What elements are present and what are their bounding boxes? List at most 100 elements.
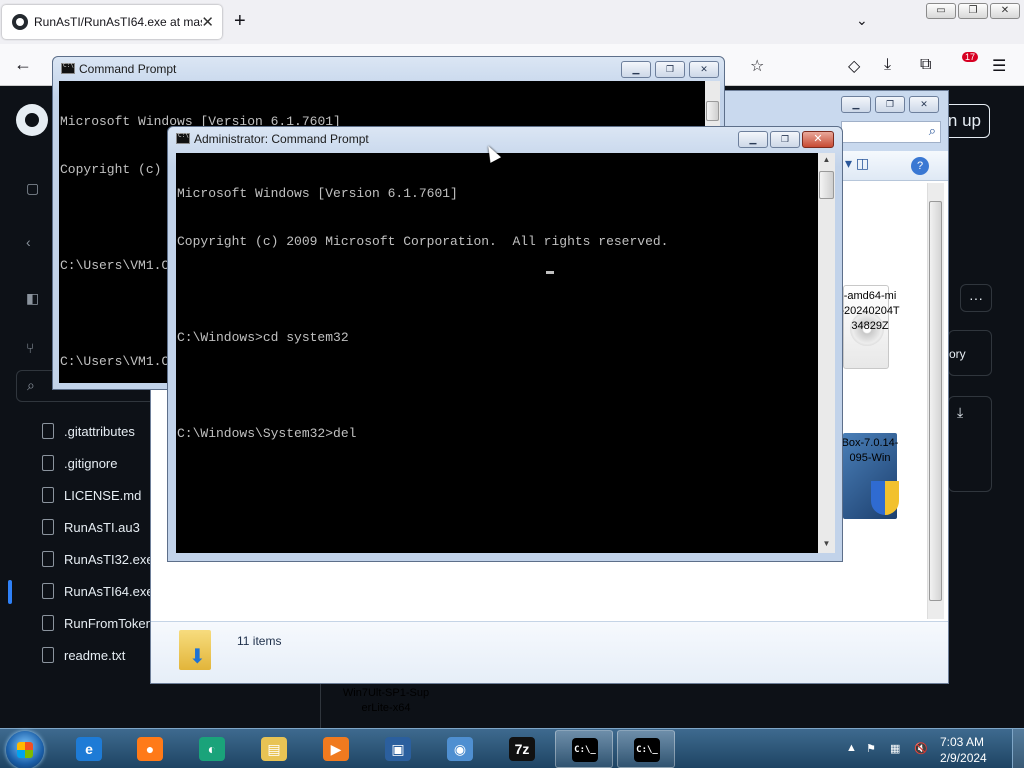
- chevron-left-icon[interactable]: ‹: [26, 234, 44, 250]
- close-button[interactable]: ✕: [802, 131, 834, 148]
- uac-shield-icon: [871, 481, 899, 515]
- file-tree-item[interactable]: .gitattributes: [0, 416, 150, 448]
- cmd-app-icon: [176, 132, 190, 144]
- show-desktop-button[interactable]: [1012, 729, 1024, 768]
- network-icon[interactable]: ▦: [890, 742, 900, 755]
- browser-tab-bar: RunAsTI/RunAsTI64.exe at mast ✕ + ⌄ ▭ ❐ …: [0, 0, 1024, 44]
- explorer-icon: ▤: [261, 737, 287, 761]
- virtualbox-icon: ▣: [385, 737, 411, 761]
- browser-close-button[interactable]: ✕: [990, 3, 1020, 19]
- new-tab-button[interactable]: +: [234, 10, 246, 32]
- history-button[interactable]: ory: [948, 330, 992, 376]
- show-hidden-icons-icon[interactable]: ▲: [846, 742, 857, 754]
- explorer-scroll-thumb[interactable]: [929, 201, 942, 601]
- more-options-button[interactable]: ···: [960, 284, 992, 312]
- file-tree: .gitattributes .gitignore LICENSE.md Run…: [0, 416, 154, 672]
- cmd-app-icon: [61, 62, 75, 74]
- file-tree-item[interactable]: .gitignore: [0, 448, 150, 480]
- file-label[interactable]: Win7Ult-SP1-Sup erLite-x64: [331, 686, 441, 716]
- explorer-search-input[interactable]: ⌕: [841, 121, 941, 143]
- close-button[interactable]: ✕: [689, 61, 719, 78]
- view-options-icon[interactable]: ▾ ◫: [845, 155, 869, 172]
- browser-tab-active[interactable]: RunAsTI/RunAsTI64.exe at mast ✕: [2, 5, 222, 39]
- explorer-maximize-button[interactable]: ❐: [875, 96, 905, 113]
- internet-explorer-icon: e: [76, 737, 102, 761]
- explorer-details-pane: ⬇ 11 items: [151, 621, 948, 683]
- taskbar-app-explorer[interactable]: ▤: [245, 730, 303, 768]
- taskbar: e ● ◐ ▤ ▶ ▣ ◉ 7z C:\_ C:\_ ▲ ⚑ ▦ 🔇 7:03 AM 2/9/20…: [0, 728, 1024, 768]
- bookmark-star-icon[interactable]: ☆: [750, 56, 764, 76]
- pocket-icon[interactable]: ◇: [848, 56, 860, 76]
- file-tree-item[interactable]: LICENSE.md: [0, 480, 150, 512]
- file-icon: [42, 487, 54, 503]
- start-button[interactable]: [6, 731, 44, 768]
- tab-close-icon[interactable]: ✕: [201, 13, 214, 31]
- edge-icon: ◐: [199, 737, 225, 761]
- taskbar-app-command-prompt[interactable]: C:\_: [555, 730, 613, 768]
- scroll-down-arrow-icon[interactable]: ▼: [818, 539, 835, 548]
- media-player-icon: ▶: [323, 737, 349, 761]
- folder-icon: ⬇: [179, 630, 211, 670]
- action-center-flag-icon[interactable]: ⚑: [866, 742, 876, 755]
- maximize-button[interactable]: ❐: [655, 61, 685, 78]
- github-logo-icon[interactable]: [16, 104, 48, 136]
- taskbar-app-7-zip[interactable]: 7z: [493, 730, 551, 768]
- taskbar-app-command-prompt[interactable]: C:\_: [617, 730, 675, 768]
- maximize-button[interactable]: ❐: [770, 131, 800, 148]
- download-raw-icon[interactable]: ⤓: [957, 404, 963, 421]
- file-icon: [42, 583, 54, 599]
- volume-muted-icon[interactable]: 🔇: [914, 742, 928, 755]
- explorer-minimize-button[interactable]: ▁: [841, 96, 871, 113]
- file-tree-item[interactable]: readme.txt: [0, 640, 150, 672]
- file-icon: [42, 423, 54, 439]
- divider: [320, 682, 321, 728]
- taskbar-app-media-player[interactable]: ▶: [307, 730, 365, 768]
- file-tree-item[interactable]: RunAsTI32.exe: [0, 544, 154, 576]
- browser-restore-button[interactable]: ❐: [958, 3, 988, 19]
- download-arrow-icon: ⬇: [189, 646, 206, 668]
- taskbar-app-virtualbox[interactable]: ▣: [369, 730, 427, 768]
- firefox-icon: ●: [137, 737, 163, 761]
- file-tree-item[interactable]: RunFromToken: [0, 608, 153, 640]
- minimize-button[interactable]: ▁: [621, 61, 651, 78]
- file-icon: [42, 455, 54, 471]
- console-output[interactable]: Microsoft Windows [Version 6.1.7601] Cop…: [176, 153, 818, 553]
- taskbar-app-edge[interactable]: ◐: [183, 730, 241, 768]
- file-tree-item-active[interactable]: RunAsTI64.exe: [0, 576, 154, 608]
- code-icon[interactable]: ▢: [26, 180, 44, 196]
- file-label[interactable]: -amd64-mi -20240204T 34829Z: [835, 289, 905, 334]
- console-scrollbar[interactable]: [818, 153, 835, 553]
- console-scroll-thumb[interactable]: [819, 171, 834, 199]
- taskbar-app-internet-explorer[interactable]: e: [60, 730, 118, 768]
- file-icon: [42, 519, 54, 535]
- file-label[interactable]: Box-7.0.14- 095-Win: [835, 436, 905, 466]
- file-icon: [42, 551, 54, 567]
- cmd-window-admin[interactable]: Administrator: Command Prompt ▁ ❐ ✕ Micr…: [167, 126, 843, 562]
- browser-minimize-button[interactable]: ▭: [926, 3, 956, 19]
- extensions-icon[interactable]: ⧉: [920, 56, 931, 74]
- back-arrow-icon[interactable]: ←: [14, 54, 32, 75]
- file-icon: [42, 647, 54, 663]
- taskbar-app-disk-tool[interactable]: ◉: [431, 730, 489, 768]
- download-icon[interactable]: ⤓: [884, 56, 891, 74]
- branch-icon[interactable]: ⑂: [26, 340, 44, 356]
- file-tree-item[interactable]: RunAsTI.au3: [0, 512, 150, 544]
- clock-date[interactable]: 2/9/2024: [940, 751, 987, 765]
- disk-tool-icon: ◉: [447, 737, 473, 761]
- help-icon[interactable]: ?: [911, 157, 929, 175]
- tab-title: RunAsTI/RunAsTI64.exe at mast: [34, 15, 202, 29]
- sidebar-toggle-icon[interactable]: ◧: [26, 290, 44, 306]
- minimize-button[interactable]: ▁: [738, 131, 768, 148]
- taskbar-app-firefox[interactable]: ●: [121, 730, 179, 768]
- explorer-close-button[interactable]: ✕: [909, 96, 939, 113]
- window-title: Administrator: Command Prompt: [194, 132, 369, 146]
- file-icon: [42, 615, 54, 631]
- console-scroll-thumb[interactable]: [706, 101, 719, 121]
- github-favicon-icon: [12, 14, 28, 30]
- addon-badge-count[interactable]: 17: [962, 52, 979, 62]
- item-count: 11 items: [237, 634, 282, 648]
- clock-time[interactable]: 7:03 AM: [940, 735, 984, 749]
- menu-hamburger-icon[interactable]: ☰: [992, 56, 1006, 76]
- scroll-up-arrow-icon[interactable]: ▲: [818, 155, 835, 164]
- list-tabs-chevron-icon[interactable]: ⌄: [856, 12, 868, 29]
